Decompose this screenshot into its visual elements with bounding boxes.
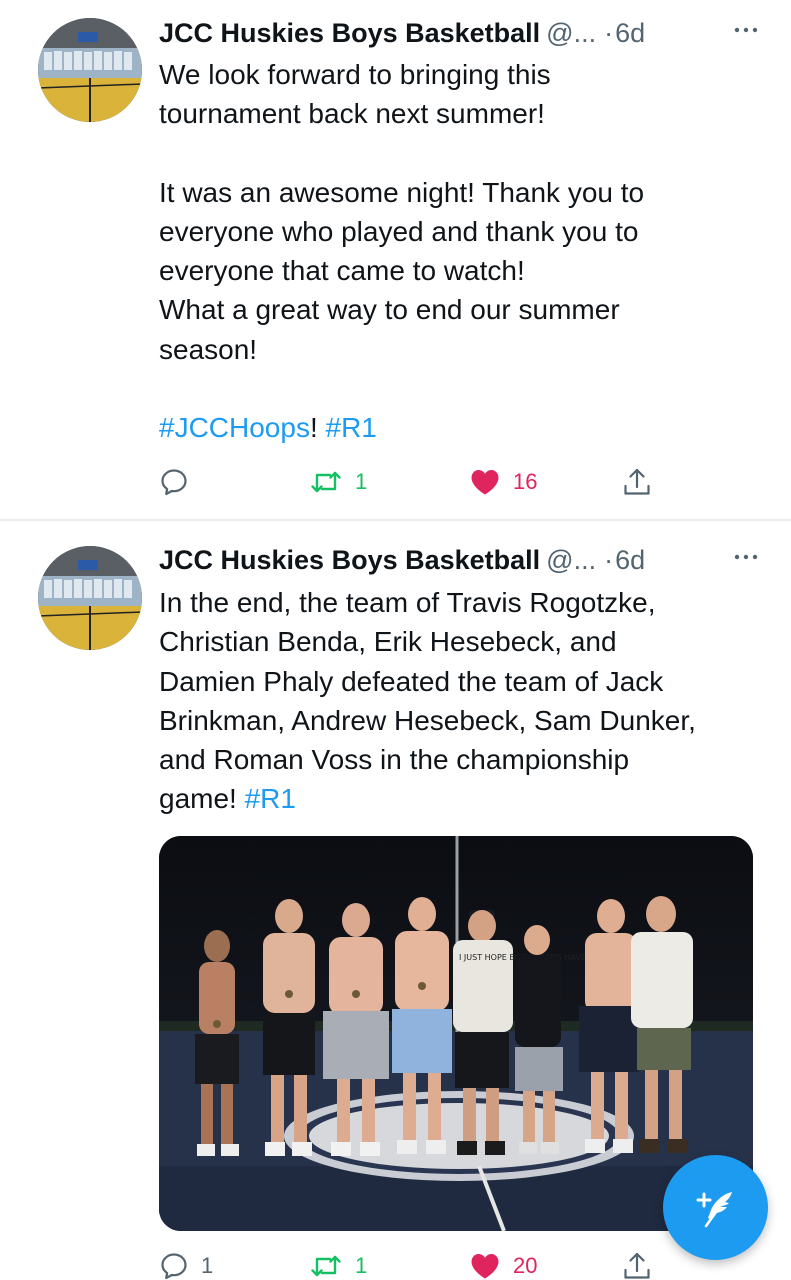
tweet-line: What a great way to end our summer xyxy=(159,294,620,326)
tweet[interactable]: JCC Huskies Boys Basketball @... · 6d In… xyxy=(0,521,791,1280)
heart-icon xyxy=(471,470,499,495)
feather-plus-icon xyxy=(696,1191,732,1227)
author-name[interactable]: JCC Huskies Boys Basketball xyxy=(159,18,540,49)
retweet-button[interactable]: 1 xyxy=(309,1246,367,1280)
like-button[interactable]: 16 xyxy=(469,462,537,502)
like-count: 16 xyxy=(513,469,538,494)
heart-icon xyxy=(471,1254,499,1279)
tweet-line: everyone that came to watch! xyxy=(159,255,525,287)
tweet-actions: 1 1 20 xyxy=(159,1246,679,1280)
avatar[interactable] xyxy=(38,546,142,650)
speech-bubble-icon xyxy=(161,469,187,496)
reply-button[interactable]: 1 xyxy=(159,1246,213,1280)
tweet-photo[interactable]: I JUST HOPE BOTH TEAMS HAVE FUN xyxy=(159,836,753,1231)
tweet[interactable]: JCC Huskies Boys Basketball @... · 6d We… xyxy=(0,0,791,520)
author-name[interactable]: JCC Huskies Boys Basketball xyxy=(159,545,540,576)
tweet-header: JCC Huskies Boys Basketball @... · 6d xyxy=(159,13,761,53)
tweet-text: In the end, the team of Travis Rogotzke,… xyxy=(159,583,759,819)
share-button[interactable] xyxy=(621,462,653,502)
avatar[interactable] xyxy=(38,18,142,122)
tweet-line: In the end, the team of Travis Rogotzke, xyxy=(159,587,656,618)
tweet-line: Christian Benda, Erik Hesebeck, and xyxy=(159,626,617,658)
team-photo: I JUST HOPE BOTH TEAMS HAVE FUN xyxy=(159,836,753,1231)
reply-button[interactable] xyxy=(159,462,201,502)
share-button[interactable] xyxy=(621,1246,653,1280)
timestamp[interactable]: 6d xyxy=(615,18,645,49)
more-dots-icon[interactable] xyxy=(731,542,761,572)
reply-count: 1 xyxy=(201,1253,214,1278)
retweet-arrows-icon xyxy=(311,1255,341,1277)
tweet-line: We look forward to bringing this xyxy=(159,59,551,90)
retweet-arrows-icon xyxy=(311,471,341,493)
team-photo-avatar-icon xyxy=(38,18,142,122)
compose-tweet-button[interactable] xyxy=(663,1155,768,1260)
tweet-line: Brinkman, Andrew Hesebeck, Sam Dunker, xyxy=(159,704,696,736)
hashtag-link[interactable]: #JCCHoops xyxy=(159,412,310,443)
tweet-line: season! xyxy=(159,333,258,365)
tweet-line: game! #R1 xyxy=(159,779,759,818)
tweet-line: and Roman Voss in the championship xyxy=(159,744,630,776)
retweet-button[interactable]: 1 xyxy=(309,462,367,502)
tweet-actions: 1 16 xyxy=(159,462,679,502)
timestamp[interactable]: 6d xyxy=(615,545,645,576)
speech-bubble-icon xyxy=(161,1253,187,1280)
tweet-line: It was an awesome night! Thank you to xyxy=(159,176,645,208)
share-upload-icon xyxy=(624,468,650,495)
hashtag-link[interactable]: #R1 xyxy=(326,412,377,443)
more-dots-icon[interactable] xyxy=(731,15,761,45)
tweet-line-text: game! xyxy=(159,783,245,815)
retweet-count: 1 xyxy=(355,1253,368,1278)
separator-dot: · xyxy=(604,544,614,575)
tweet-line: tournament back next summer! xyxy=(159,98,545,130)
share-upload-icon xyxy=(624,1252,650,1279)
hashtag-line: #JCCHoops! #R1 xyxy=(159,408,759,447)
team-photo-avatar-icon xyxy=(38,546,142,650)
hashtag-separator: ! xyxy=(309,412,326,444)
author-handle[interactable]: @... xyxy=(546,18,596,49)
author-handle[interactable]: @... xyxy=(546,545,596,576)
separator-dot: · xyxy=(604,17,614,48)
tweet-header: JCC Huskies Boys Basketball @... · 6d xyxy=(159,540,761,580)
retweet-count: 1 xyxy=(355,469,368,494)
like-button[interactable]: 20 xyxy=(469,1246,537,1280)
tweet-text: We look forward to bringing this tournam… xyxy=(159,55,759,447)
hashtag-link[interactable]: #R1 xyxy=(245,783,296,814)
tweet-line: Damien Phaly defeated the team of Jack xyxy=(159,665,664,697)
like-count: 20 xyxy=(513,1253,538,1278)
tweet-line: everyone who played and thank you to xyxy=(159,215,639,247)
